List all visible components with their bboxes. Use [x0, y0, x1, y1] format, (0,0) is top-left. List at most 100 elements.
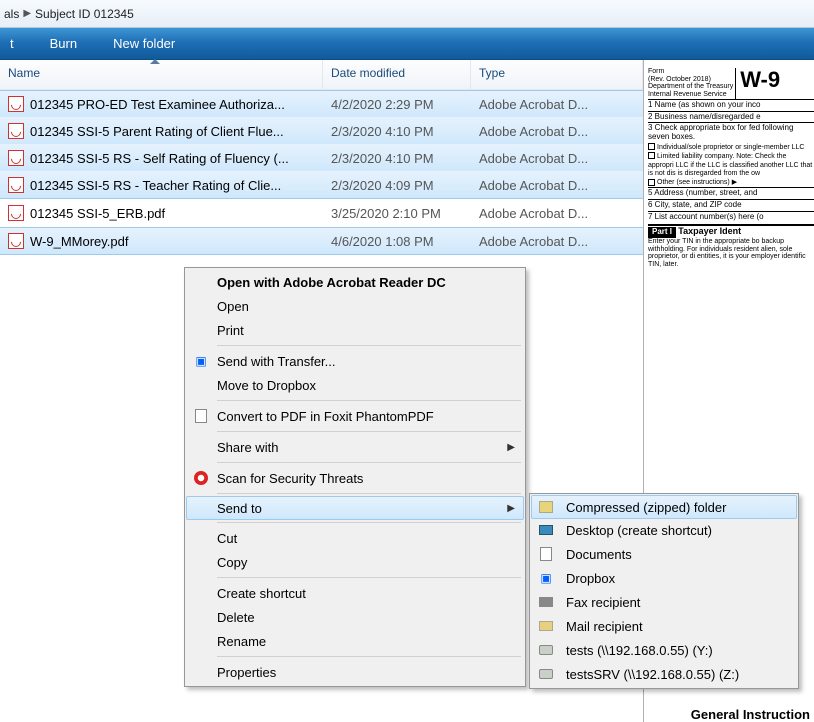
desktop-icon [538, 522, 554, 538]
w9-line7: 7 List account number(s) here (o [648, 211, 814, 223]
trendmicro-icon [193, 470, 209, 486]
sendto-mail[interactable]: Mail recipient [532, 614, 796, 638]
sendto-network-drive-y[interactable]: tests (\\192.168.0.55) (Y:) [532, 638, 796, 662]
toolbar-button[interactable]: t [4, 34, 20, 53]
menu-cut[interactable]: Cut [187, 526, 523, 550]
file-date: 2/3/2020 4:10 PM [323, 151, 471, 166]
network-drive-icon [538, 642, 554, 658]
menu-separator [217, 577, 521, 578]
file-date: 2/3/2020 4:10 PM [323, 124, 471, 139]
sendto-dropbox[interactable]: ▣Dropbox [532, 566, 796, 590]
w9-cb3: Other (see instructions) ▶ [657, 179, 737, 186]
menu-separator [217, 522, 521, 523]
checkbox-icon [648, 143, 655, 150]
foxit-icon [193, 408, 209, 424]
submenu-arrow-icon: ▶ [507, 442, 515, 453]
menu-send-to[interactable]: Send to▶ [186, 496, 524, 520]
file-name: 012345 SSI-5 RS - Teacher Rating of Clie… [30, 178, 281, 193]
general-instructions-heading: General Instruction [691, 708, 810, 722]
w9-part1-title: Taxpayer Ident [678, 226, 741, 236]
pdf-file-icon [8, 205, 24, 221]
file-date: 4/6/2020 1:08 PM [323, 234, 471, 249]
menu-open[interactable]: Open [187, 294, 523, 318]
file-date: 4/2/2020 2:29 PM [323, 97, 471, 112]
w9-part1: Part I [648, 227, 676, 238]
menu-create-shortcut[interactable]: Create shortcut [187, 581, 523, 605]
column-name[interactable]: Name [0, 60, 323, 89]
sendto-fax[interactable]: Fax recipient [532, 590, 796, 614]
breadcrumb[interactable]: als ▶ Subject ID 012345 [0, 0, 814, 28]
w9-tin: TIN, later. [648, 261, 814, 269]
file-row[interactable]: 012345 SSI-5 RS - Self Rating of Fluency… [0, 144, 643, 172]
w9-line3: 3 Check appropriate box for fed followin… [648, 122, 814, 143]
file-name: 012345 SSI-5_ERB.pdf [30, 206, 165, 221]
pdf-file-icon [8, 177, 24, 193]
file-date: 2/3/2020 4:09 PM [323, 178, 471, 193]
w9-line6: 6 City, state, and ZIP code [648, 199, 814, 211]
fax-icon [538, 594, 554, 610]
mail-icon [538, 618, 554, 634]
network-drive-icon [538, 666, 554, 682]
sendto-desktop[interactable]: Desktop (create shortcut) [532, 518, 796, 542]
w9-line2: 2 Business name/disregarded e [648, 111, 814, 123]
file-row[interactable]: 012345 SSI-5 RS - Teacher Rating of Clie… [0, 171, 643, 199]
sendto-zip[interactable]: Compressed (zipped) folder [531, 495, 797, 519]
menu-share-with[interactable]: Share with▶ [187, 435, 523, 459]
sort-indicator-icon [150, 59, 160, 64]
form-label: Form [648, 68, 733, 76]
column-date[interactable]: Date modified [323, 60, 471, 89]
menu-move-dropbox[interactable]: Move to Dropbox [187, 373, 523, 397]
burn-button[interactable]: Burn [44, 34, 83, 53]
menu-open-default[interactable]: Open with Adobe Acrobat Reader DC [187, 270, 523, 294]
pdf-file-icon [8, 233, 24, 249]
file-row[interactable]: 012345 SSI-5 Parent Rating of Client Flu… [0, 117, 643, 145]
menu-delete[interactable]: Delete [187, 605, 523, 629]
checkbox-icon [648, 152, 655, 159]
zip-folder-icon [538, 499, 554, 515]
file-name: W-9_MMorey.pdf [30, 234, 129, 249]
file-row[interactable]: 012345 PRO-ED Test Examinee Authoriza...… [0, 90, 643, 118]
form-irs: Internal Revenue Service [648, 91, 733, 99]
menu-properties[interactable]: Properties [187, 660, 523, 684]
pdf-file-icon [8, 96, 24, 112]
file-type: Adobe Acrobat D... [471, 178, 643, 193]
file-type: Adobe Acrobat D... [471, 151, 643, 166]
form-rev: (Rev. October 2018) [648, 76, 733, 84]
sendto-documents[interactable]: Documents [532, 542, 796, 566]
dropbox-icon: ▣ [193, 353, 209, 369]
file-type: Adobe Acrobat D... [471, 124, 643, 139]
context-menu: Open with Adobe Acrobat Reader DC Open P… [184, 267, 526, 687]
breadcrumb-part[interactable]: Subject ID 012345 [35, 7, 134, 21]
file-name: 012345 SSI-5 Parent Rating of Client Flu… [30, 124, 284, 139]
menu-send-transfer[interactable]: ▣Send with Transfer... [187, 349, 523, 373]
form-dept: Department of the Treasury [648, 83, 733, 91]
documents-icon [538, 546, 554, 562]
w9-part1-text: Enter your TIN in the appropriate bo bac… [648, 238, 814, 261]
menu-rename[interactable]: Rename [187, 629, 523, 653]
menu-print[interactable]: Print [187, 318, 523, 342]
breadcrumb-separator: ▶ [23, 8, 31, 19]
breadcrumb-part[interactable]: als [4, 7, 19, 21]
column-type[interactable]: Type [471, 60, 643, 89]
menu-separator [217, 462, 521, 463]
w9-line5: 5 Address (number, street, and [648, 187, 814, 199]
column-headers: Name Date modified Type [0, 60, 643, 90]
menu-copy[interactable]: Copy [187, 550, 523, 574]
file-row[interactable]: W-9_MMorey.pdf 4/6/2020 1:08 PMAdobe Acro… [0, 227, 643, 255]
menu-scan-threats[interactable]: Scan for Security Threats [187, 466, 523, 490]
file-name: 012345 PRO-ED Test Examinee Authoriza... [30, 97, 285, 112]
menu-separator [217, 400, 521, 401]
new-folder-button[interactable]: New folder [107, 34, 181, 53]
pdf-file-icon [8, 123, 24, 139]
w9-title: W-9 [740, 68, 780, 99]
dropbox-icon: ▣ [538, 570, 554, 586]
file-type: Adobe Acrobat D... [471, 234, 643, 249]
file-row[interactable]: 012345 SSI-5_ERB.pdf3/25/2020 2:10 PMAdo… [0, 199, 643, 227]
menu-separator [217, 345, 521, 346]
sendto-submenu: Compressed (zipped) folder Desktop (crea… [529, 493, 799, 689]
sendto-network-drive-z[interactable]: testsSRV (\\192.168.0.55) (Z:) [532, 662, 796, 686]
file-type: Adobe Acrobat D... [471, 206, 643, 221]
menu-foxit-convert[interactable]: Convert to PDF in Foxit PhantomPDF [187, 404, 523, 428]
explorer-toolbar: t Burn New folder [0, 28, 814, 60]
menu-separator [217, 431, 521, 432]
